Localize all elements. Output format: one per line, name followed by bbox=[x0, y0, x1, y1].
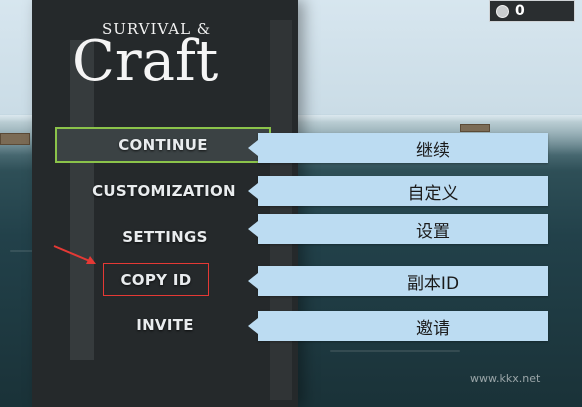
customization-button[interactable]: CUSTOMIZATION bbox=[80, 178, 248, 204]
currency-counter[interactable]: 0 bbox=[489, 0, 575, 22]
annotation-arrow-icon bbox=[53, 245, 96, 264]
currency-value: 0 bbox=[515, 3, 525, 19]
callout-pointer bbox=[248, 140, 258, 156]
game-logo: SURVIVAL & Craft bbox=[72, 20, 272, 94]
invite-button[interactable]: INVITE bbox=[120, 312, 210, 338]
floating-raft bbox=[0, 133, 30, 145]
continue-button[interactable]: CONTINUE bbox=[55, 127, 271, 163]
callout-settings: 设置 bbox=[248, 214, 548, 244]
copy-id-button[interactable]: COPY ID bbox=[103, 263, 209, 296]
callout-pointer bbox=[248, 221, 258, 237]
callout-pointer bbox=[248, 273, 258, 289]
callout-pointer bbox=[248, 183, 258, 199]
callout-text: 继续 bbox=[416, 140, 450, 161]
callout-copy-id: 副本ID bbox=[248, 266, 548, 296]
floating-raft bbox=[460, 124, 490, 132]
coin-icon bbox=[496, 4, 509, 18]
callout-customization: 自定义 bbox=[248, 176, 548, 206]
logo-title: Craft bbox=[72, 29, 219, 94]
panel-texture bbox=[270, 20, 292, 400]
watermark: www.kkx.net bbox=[470, 372, 541, 385]
callout-text: 邀请 bbox=[416, 318, 450, 339]
callout-invite: 邀请 bbox=[248, 311, 548, 341]
callout-text: 自定义 bbox=[407, 183, 459, 204]
callout-pointer bbox=[248, 318, 258, 334]
callout-continue: 继续 bbox=[248, 133, 548, 163]
callout-text: 设置 bbox=[416, 221, 450, 242]
wave bbox=[330, 350, 460, 352]
settings-button[interactable]: SETTINGS bbox=[110, 224, 220, 250]
callout-text: 副本ID bbox=[406, 273, 460, 294]
